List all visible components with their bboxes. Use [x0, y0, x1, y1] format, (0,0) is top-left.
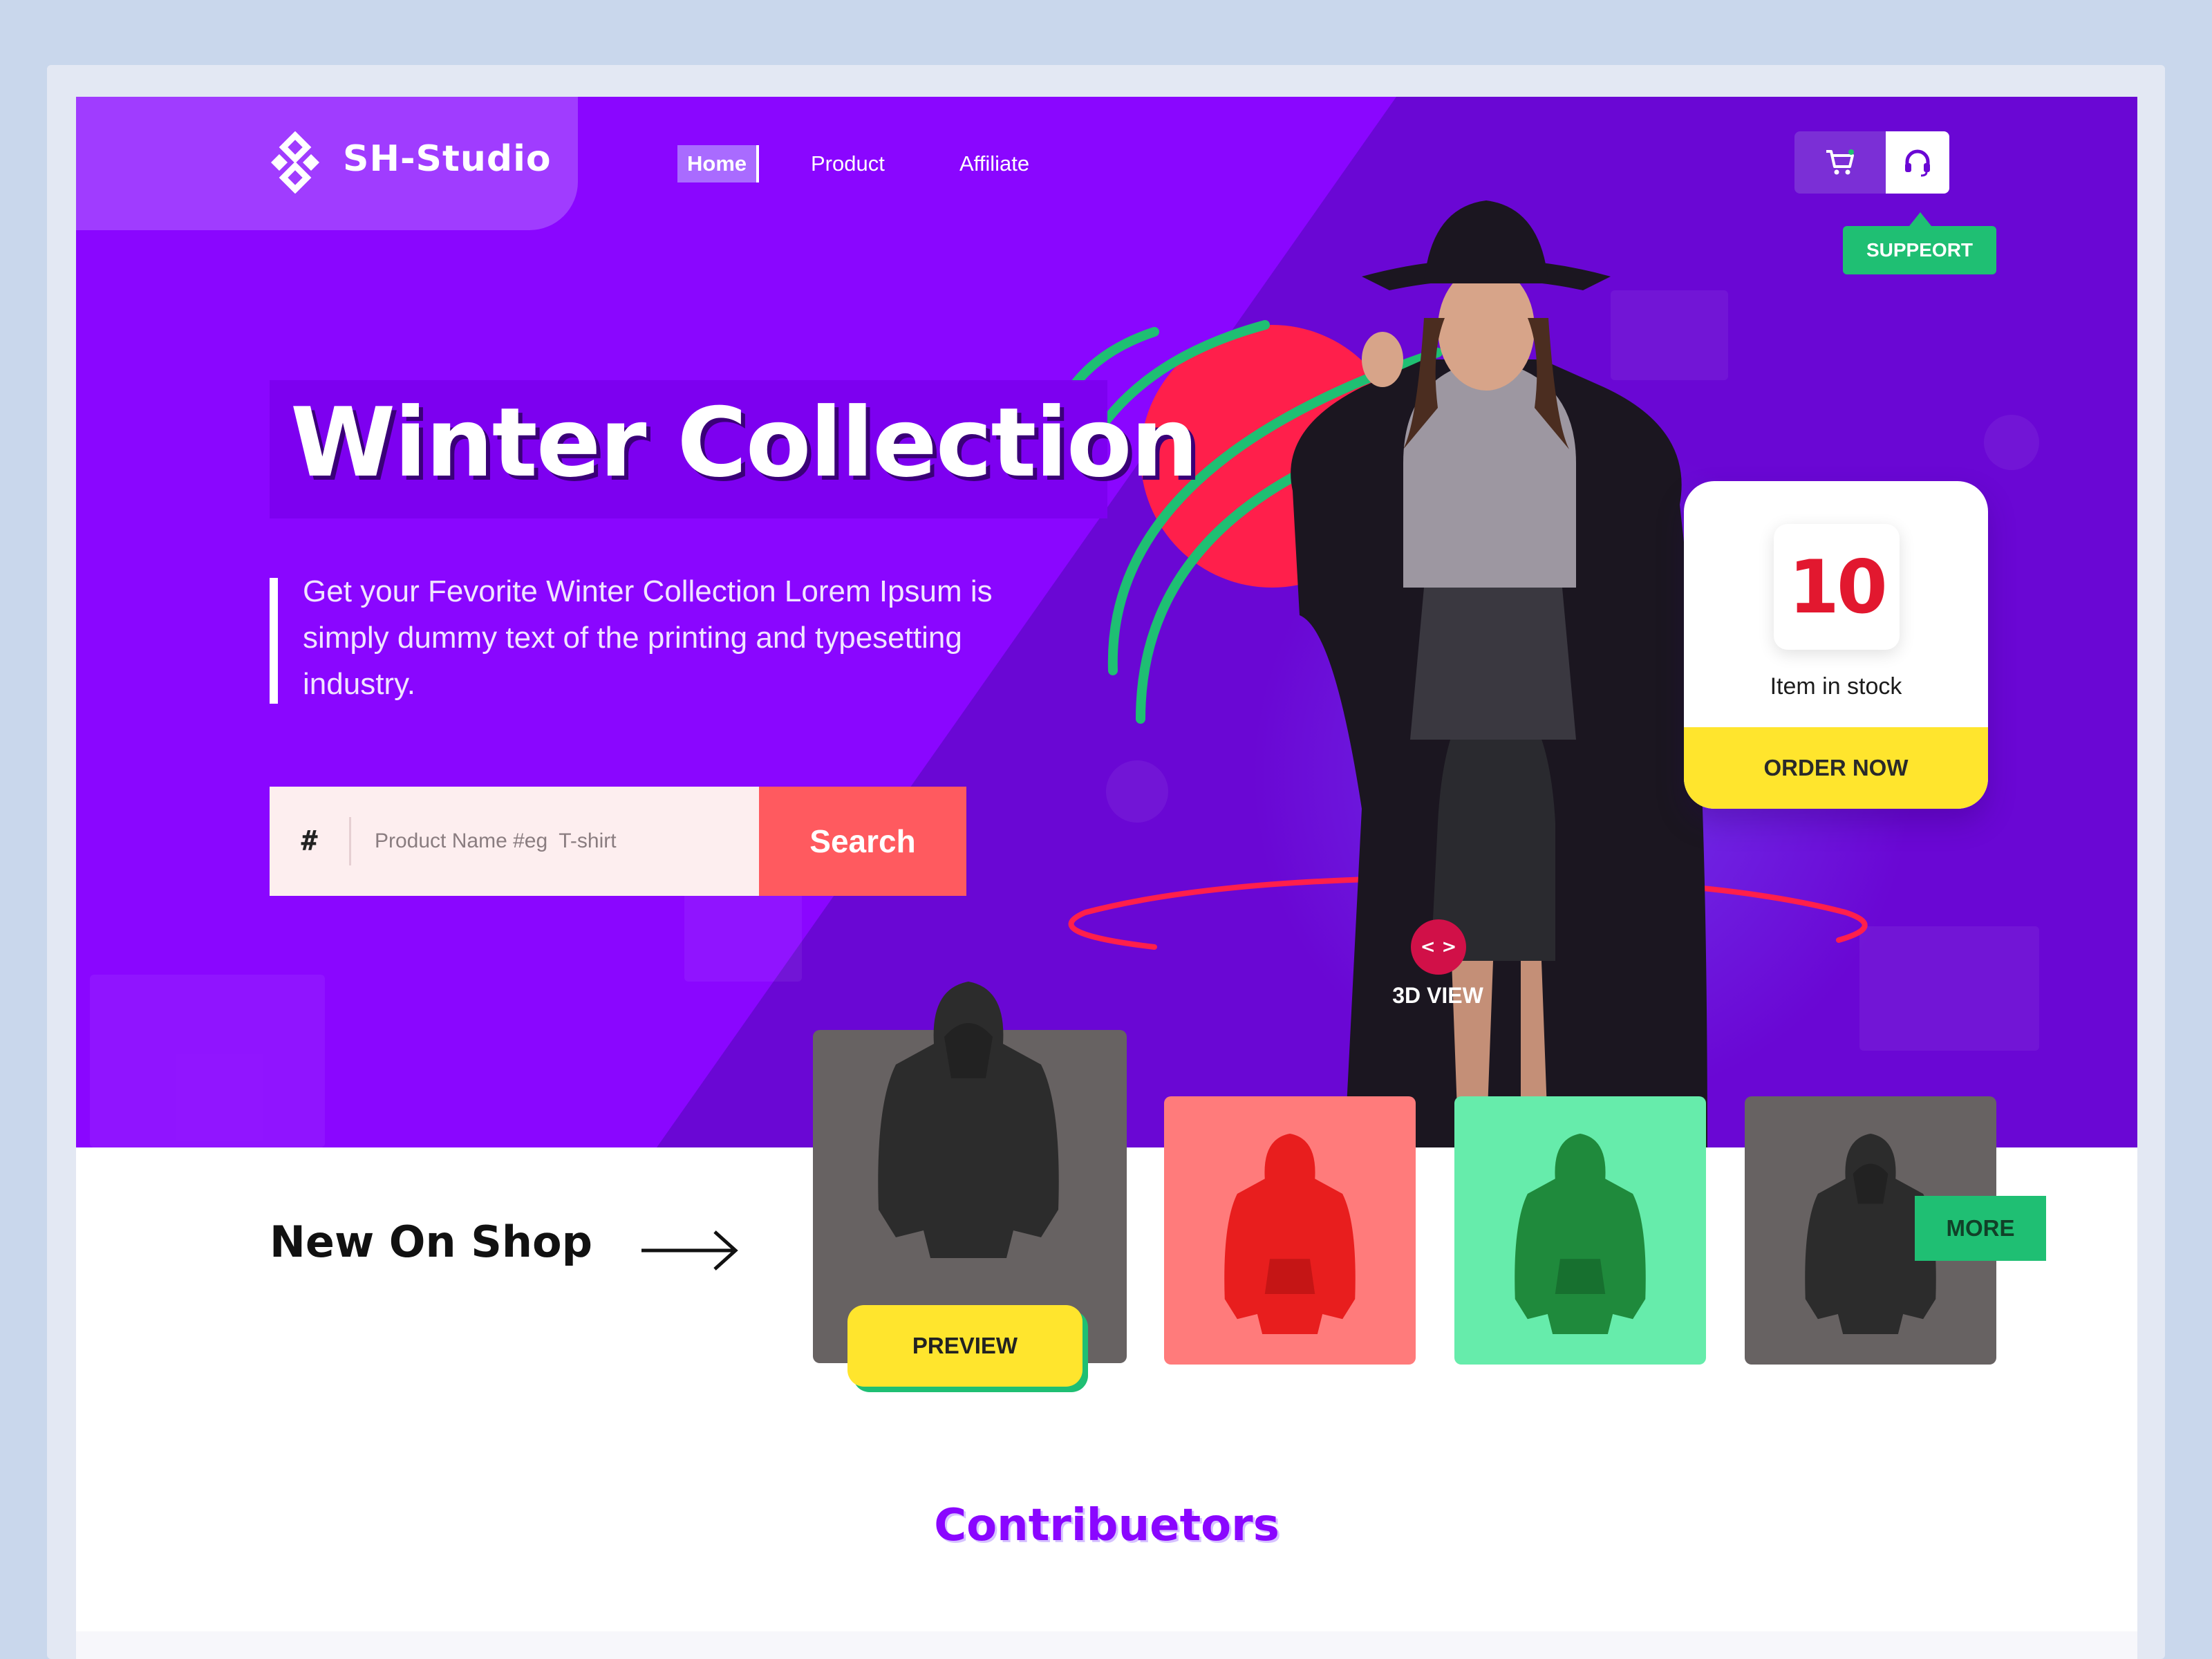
decor-circle [1984, 415, 2039, 470]
cart-icon [1826, 149, 1854, 175]
logo-icon [271, 131, 319, 194]
support-tooltip: SUPPEORT [1843, 212, 1996, 274]
landing-page: SH-Studio Home Product Affiliate SUPPEOR… [76, 97, 2137, 1659]
3d-view-label: 3D VIEW [1392, 983, 1483, 1008]
contributors-title: Contribuetors [934, 1500, 1280, 1551]
logo-block[interactable]: SH-Studio [76, 97, 578, 230]
hash-icon: # [270, 817, 351, 865]
decor-square [90, 975, 325, 1147]
nav-home[interactable]: Home [677, 145, 760, 182]
cart-button[interactable] [1794, 131, 1886, 194]
description-accent-bar [270, 578, 278, 704]
new-on-shop-title: New On Shop [270, 1217, 592, 1267]
nav-product[interactable]: Product [811, 145, 885, 182]
section-divider [76, 1631, 2137, 1659]
hero-title: Winter Collection [290, 387, 1199, 498]
stock-count: 10 [1774, 524, 1900, 650]
search-input[interactable] [351, 787, 759, 896]
brand-name: SH-Studio [343, 138, 552, 180]
product-card[interactable] [1164, 1096, 1416, 1365]
more-button[interactable]: MORE [1915, 1196, 2046, 1261]
arrow-right-icon[interactable] [637, 1226, 741, 1275]
preview-button[interactable]: PREVIEW [847, 1305, 1082, 1387]
stock-card: 10 Item in stock ORDER NOW [1684, 481, 1988, 809]
hoodie-image [1515, 1134, 1646, 1334]
search-button[interactable]: Search [759, 787, 966, 896]
stock-label: Item in stock [1770, 673, 1902, 700]
search-bar: # [270, 787, 759, 896]
headset-icon [1905, 149, 1930, 177]
support-button[interactable] [1886, 131, 1949, 194]
nav-affiliate[interactable]: Affiliate [959, 145, 1029, 182]
hero-section: SH-Studio Home Product Affiliate SUPPEOR… [76, 97, 2137, 1147]
hoodie-image [878, 982, 1059, 1258]
hoodie-image [1224, 1134, 1356, 1334]
product-card[interactable] [1454, 1096, 1706, 1365]
3d-view-button[interactable]: < > [1411, 919, 1466, 975]
order-now-button[interactable]: ORDER NOW [1684, 727, 1988, 809]
hero-description: Get your Fevorite Winter Collection Lore… [303, 574, 993, 701]
